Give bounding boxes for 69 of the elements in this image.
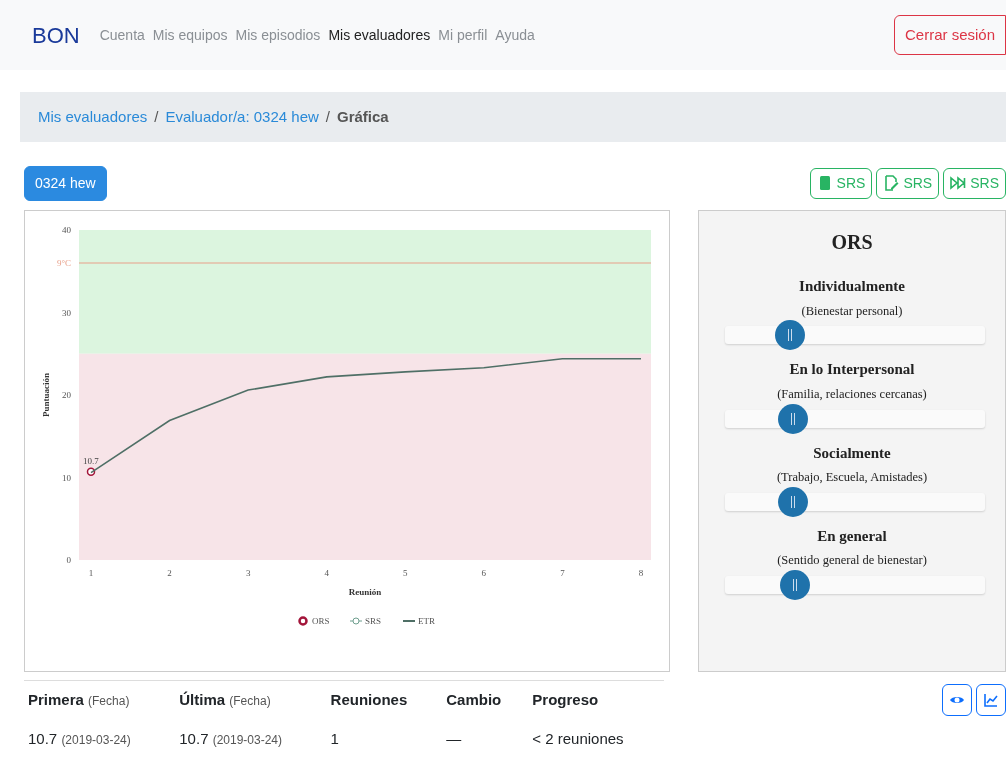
- srs-button[interactable]: SRS: [943, 167, 1006, 199]
- x-tick-label: 1: [88, 568, 94, 578]
- breadcrumb-separator: /: [154, 106, 159, 127]
- legend-label: ETR: [418, 616, 435, 626]
- legend-label: SRS: [365, 616, 381, 626]
- line-chart-icon: [983, 692, 999, 708]
- x-tick-label: 3: [245, 568, 251, 578]
- cutoff-label: 9°C: [56, 258, 71, 268]
- skip-forward-icon: [950, 175, 967, 191]
- srs-button[interactable]: SRS: [876, 167, 940, 199]
- breadcrumb-link[interactable]: Evaluador/a: 0324 hew: [165, 105, 319, 129]
- nav-link[interactable]: Mis equipos: [152, 24, 228, 46]
- table-cell-text: 1: [329, 728, 340, 749]
- x-tick-label: 4: [324, 568, 329, 578]
- nav-link[interactable]: Mi perfil: [438, 24, 488, 46]
- panel-title: ORS: [830, 230, 874, 255]
- srs-button[interactable]: SRS: [809, 167, 873, 199]
- evaluator-button[interactable]: 0324 hew: [24, 165, 107, 201]
- slider-thumb[interactable]: [780, 570, 811, 600]
- scale-subtitle: (Trabajo, Escuela, Amistades): [775, 469, 929, 486]
- data-point: [86, 467, 96, 476]
- legend-marker: [402, 620, 416, 622]
- y-axis-title: Puntuación: [41, 373, 51, 417]
- x-tick-label: 6: [481, 568, 487, 578]
- legend-marker: [298, 616, 308, 626]
- scale-title: Individualmente: [798, 277, 906, 296]
- view-button[interactable]: [942, 684, 972, 716]
- column-header: Primera (Fecha): [24, 680, 176, 720]
- y-tick-label: 0: [66, 555, 71, 565]
- breadcrumb-separator: /: [325, 106, 330, 127]
- data-label: 10.7: [83, 455, 99, 466]
- breadcrumb-current: Gráfica: [337, 106, 389, 127]
- x-axis-title: Reunión: [348, 587, 382, 597]
- scale-title: Socialmente: [812, 443, 892, 463]
- nav-link[interactable]: Mis evaluadores: [328, 24, 431, 46]
- slider-thumb[interactable]: [775, 320, 805, 351]
- legend-label: ORS: [312, 616, 330, 626]
- nav-link[interactable]: Mis episodios: [235, 24, 321, 46]
- slider-thumb[interactable]: [777, 486, 808, 517]
- slider-thumb[interactable]: [777, 403, 808, 434]
- legend-marker: [349, 617, 363, 625]
- table-cell-text: 10.7 (2019-03-24): [178, 728, 284, 749]
- x-tick-label: 2: [167, 568, 172, 578]
- nav-link[interactable]: Ayuda: [495, 24, 535, 46]
- breadcrumb-link[interactable]: Mis evaluadores: [38, 105, 148, 129]
- x-tick-label: 8: [638, 568, 644, 578]
- y-tick-label: 20: [62, 390, 71, 400]
- table-cell-text: 10.7 (2019-03-24): [27, 728, 132, 749]
- scale-subtitle: (Bienestar personal): [800, 302, 904, 320]
- nav-link[interactable]: Cuenta: [99, 24, 145, 46]
- x-tick-label: 7: [560, 568, 565, 578]
- column-header: Cambio: [442, 680, 529, 720]
- y-tick-label: 40: [62, 225, 71, 235]
- brand-logo[interactable]: BON: [32, 18, 80, 52]
- scale-subtitle: (Familia, relaciones cercanas): [776, 385, 928, 403]
- column-header: Última (Fecha): [175, 680, 327, 720]
- logout-button[interactable]: Cerrar sesión: [893, 14, 1006, 56]
- scale-title: En general: [816, 526, 888, 546]
- table-cell-text: < 2 reuniones: [531, 728, 625, 749]
- edit-document-icon: [883, 175, 900, 191]
- scale-subtitle: (Sentido general de bienestar): [776, 552, 928, 570]
- table-cell-text: —: [445, 728, 463, 749]
- column-header: Progreso: [528, 680, 664, 720]
- column-header: Reuniones: [326, 680, 443, 720]
- scale-title: En lo Interpersonal: [788, 360, 916, 380]
- y-tick-label: 30: [62, 307, 71, 318]
- x-tick-label: 5: [403, 568, 408, 578]
- y-tick-label: 10: [62, 472, 71, 483]
- chart-button[interactable]: [976, 684, 1006, 716]
